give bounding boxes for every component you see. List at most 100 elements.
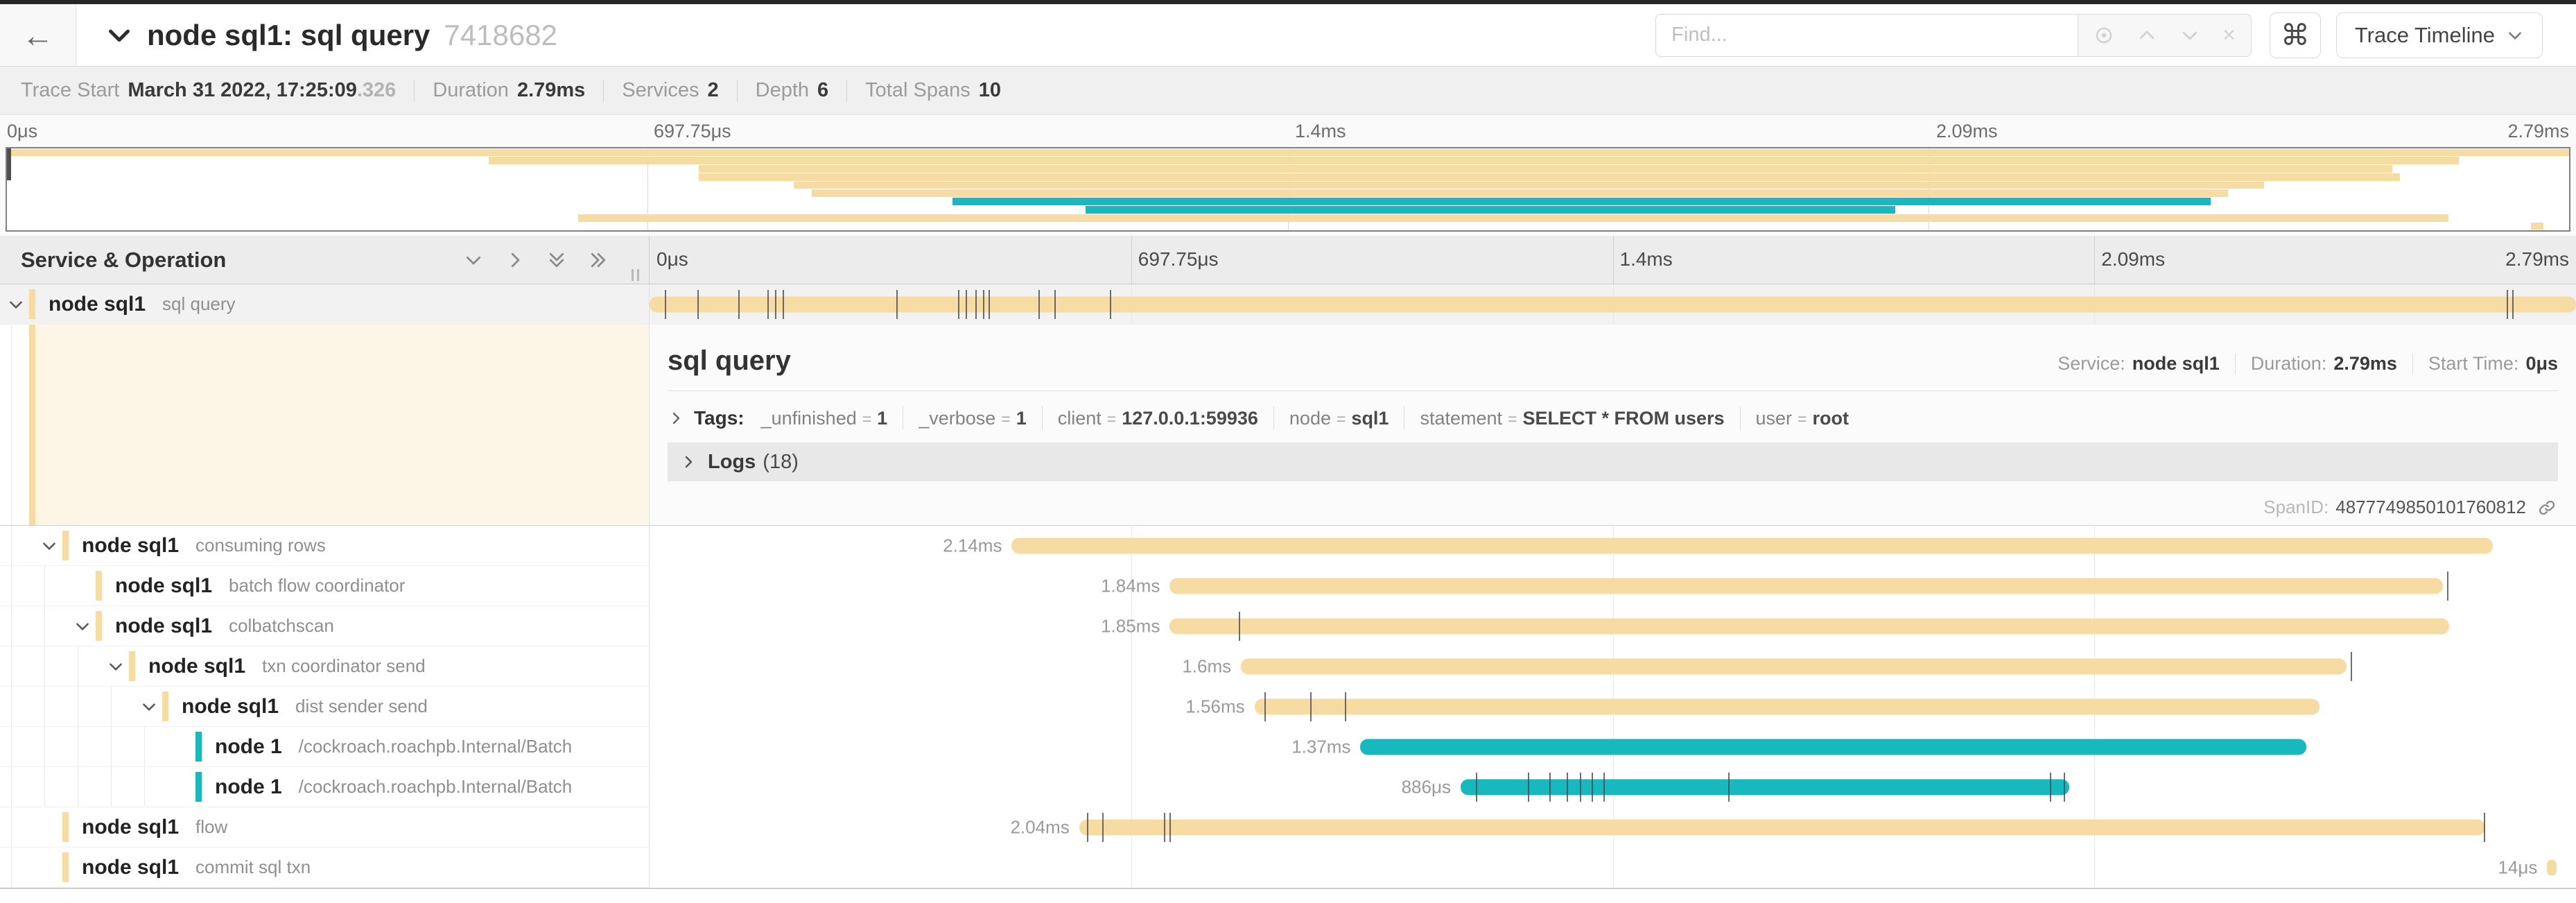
ruler-tick-label: 2.79ms xyxy=(2505,248,2569,270)
service-color-bar xyxy=(162,691,168,721)
expand-all-icon[interactable] xyxy=(588,250,609,270)
summary-value: 2.79ms xyxy=(517,79,585,102)
span-row[interactable]: node 1/cockroach.roachpb.Internal/Batch8… xyxy=(0,767,2576,807)
minimap-drag-handle[interactable] xyxy=(7,148,11,180)
span-bar[interactable] xyxy=(1461,780,2069,796)
chevron-down-icon[interactable] xyxy=(140,698,158,716)
tree-guide-line xyxy=(11,526,12,565)
span-row[interactable]: node sql1 sql query xyxy=(0,284,2576,325)
span-row-name-cell[interactable]: node sql1colbatchscan xyxy=(0,606,650,646)
span-row[interactable]: node sql1txn coordinator send1.6ms xyxy=(0,646,2576,687)
span-bar[interactable] xyxy=(1011,538,2493,554)
tag-equals: = xyxy=(1001,410,1010,429)
collapse-one-icon[interactable] xyxy=(463,250,484,270)
copy-link-icon[interactable] xyxy=(2537,498,2557,517)
chevron-down-icon[interactable] xyxy=(107,657,125,676)
prev-result-icon[interactable] xyxy=(2125,25,2168,46)
minimap-row xyxy=(7,181,2569,189)
span-bar[interactable] xyxy=(1360,739,2306,755)
column-resizer-grip[interactable] xyxy=(632,269,639,281)
span-bar[interactable] xyxy=(1169,619,2448,635)
next-result-icon[interactable] xyxy=(2168,25,2211,46)
collapse-all-icon[interactable] xyxy=(546,250,567,270)
timeline-ruler: 0μs697.75μs1.4ms2.09ms2.79ms xyxy=(650,236,2576,284)
summary-divider xyxy=(603,80,604,102)
expand-one-icon[interactable] xyxy=(505,250,525,270)
span-log-tick xyxy=(2507,290,2508,319)
minimap-span-bar xyxy=(2531,223,2543,230)
tag-value: SELECT * FROM users xyxy=(1522,408,1724,429)
span-log-tick xyxy=(738,290,740,319)
span-row[interactable]: node sql1colbatchscan1.85ms xyxy=(0,606,2576,646)
collapse-header-chevron[interactable] xyxy=(105,22,133,49)
span-row-timeline-cell[interactable]: 1.37ms xyxy=(650,727,2576,767)
span-row-timeline-cell[interactable]: 14μs xyxy=(650,848,2576,888)
span-bar[interactable] xyxy=(1079,820,2486,836)
span-row-name-cell[interactable]: node sql1batch flow coordinator xyxy=(0,566,650,606)
span-row-timeline-cell[interactable]: 1.84ms xyxy=(650,566,2576,606)
clear-search-icon[interactable]: × xyxy=(2211,22,2247,48)
ruler-tick-label: 0μs xyxy=(656,248,688,270)
span-bar[interactable] xyxy=(1241,659,2347,675)
minimap-canvas[interactable] xyxy=(6,147,2570,232)
span-row-name-cell[interactable]: node sql1dist sender send xyxy=(0,687,650,727)
service-name: node sql1 xyxy=(82,816,179,839)
span-row[interactable]: node 1/cockroach.roachpb.Internal/Batch1… xyxy=(0,727,2576,767)
service-color-bar xyxy=(29,325,35,525)
tags-row[interactable]: Tags: _unfinished=1_verbose=1client=127.… xyxy=(650,391,2576,430)
minimap-row xyxy=(7,165,2569,173)
service-name: node sql1 xyxy=(49,293,146,316)
keyboard-shortcuts-button[interactable]: ⌘ xyxy=(2270,12,2321,58)
span-bar[interactable] xyxy=(1255,699,2320,715)
span-row[interactable]: node sql1batch flow coordinator1.84ms xyxy=(0,566,2576,606)
tag-key: client xyxy=(1058,408,1102,429)
duration-value: 2.79ms xyxy=(2333,353,2397,375)
span-row[interactable]: node sql1commit sql txn14μs xyxy=(0,848,2576,888)
logs-toggle[interactable]: Logs (18) xyxy=(668,442,2558,481)
span-bar[interactable] xyxy=(650,297,2576,313)
span-row[interactable]: node sql1consuming rows2.14ms xyxy=(0,526,2576,566)
tags-label: Tags: xyxy=(694,407,745,429)
back-button[interactable]: ← xyxy=(0,4,76,66)
chevron-down-icon[interactable] xyxy=(73,617,92,635)
span-row-name-cell[interactable]: node 1/cockroach.roachpb.Internal/Batch xyxy=(0,727,650,767)
span-row-timeline-cell[interactable]: 2.04ms xyxy=(650,807,2576,848)
span-log-tick xyxy=(1264,692,1266,721)
span-row[interactable]: node sql1dist sender send1.56ms xyxy=(0,687,2576,727)
service-name: node 1 xyxy=(215,775,282,799)
span-row-timeline-cell[interactable]: 2.14ms xyxy=(650,526,2576,566)
span-row-timeline-cell[interactable]: 1.85ms xyxy=(650,606,2576,646)
ruler-tick-label: 0μs xyxy=(7,121,37,142)
span-row-timeline-cell[interactable]: 1.56ms xyxy=(650,687,2576,727)
span-row-name-cell[interactable]: node sql1txn coordinator send xyxy=(0,646,650,687)
view-selector-label: Trace Timeline xyxy=(2355,23,2495,48)
tag-key: user xyxy=(1756,408,1793,429)
span-row-name-cell[interactable]: node 1/cockroach.roachpb.Internal/Batch xyxy=(0,767,650,807)
span-bar[interactable] xyxy=(2547,860,2557,876)
span-row-name-cell[interactable]: node sql1commit sql txn xyxy=(0,848,650,888)
span-row[interactable]: node sql1flow2.04ms xyxy=(0,807,2576,848)
minimap-row xyxy=(7,206,2569,214)
tag-equals: = xyxy=(862,410,871,429)
tag-divider xyxy=(1740,406,1741,430)
trace-id: 7418682 xyxy=(444,19,557,52)
span-bar[interactable] xyxy=(1169,578,2443,594)
tag-value: root xyxy=(1812,408,1848,429)
tag-divider xyxy=(1273,406,1274,430)
span-row-name-cell[interactable]: node sql1 sql query xyxy=(0,284,650,325)
span-row-timeline-cell[interactable]: 1.6ms xyxy=(650,646,2576,687)
span-row-name-cell[interactable]: node sql1flow xyxy=(0,807,650,848)
tree-guide-line xyxy=(111,767,112,807)
span-row-timeline-cell[interactable]: 886μs xyxy=(650,767,2576,807)
tag-equals: = xyxy=(1107,410,1116,429)
tag-value: 1 xyxy=(877,408,887,429)
find-input[interactable] xyxy=(1655,14,2078,57)
span-row-timeline-cell[interactable] xyxy=(650,284,2576,325)
view-selector-button[interactable]: Trace Timeline xyxy=(2336,12,2543,58)
operation-name: sql query xyxy=(162,293,236,315)
focus-match-icon[interactable] xyxy=(2082,25,2125,46)
chevron-down-icon[interactable] xyxy=(40,537,58,555)
chevron-down-icon[interactable] xyxy=(7,295,25,313)
span-row-name-cell[interactable]: node sql1consuming rows xyxy=(0,526,650,566)
span-log-tick xyxy=(1110,290,1111,319)
